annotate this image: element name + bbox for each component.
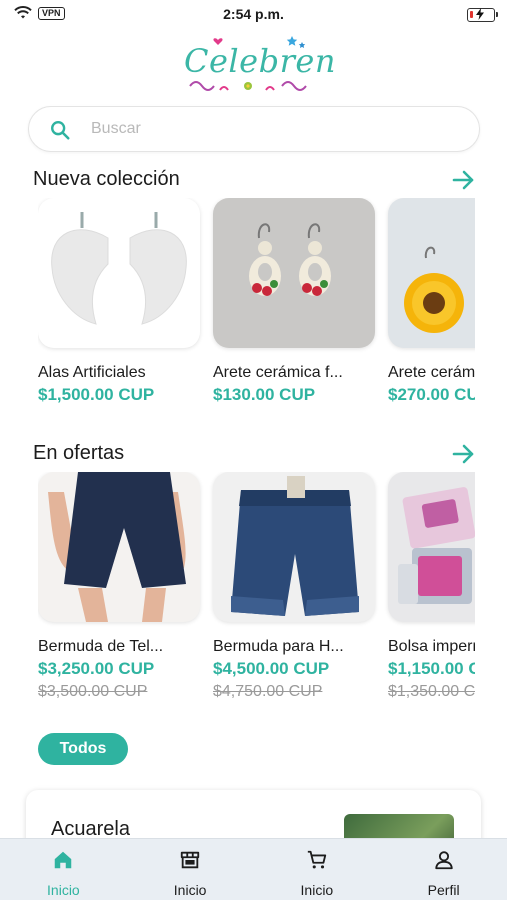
product-card[interactable]: Alas Artificiales $1,500.00 CUP (38, 198, 200, 405)
product-image[interactable] (213, 472, 375, 622)
product-name: Bermuda de Tel... (38, 638, 164, 655)
nav-item-store[interactable]: Inicio (127, 839, 254, 900)
product-old-price: $1,350.00 CUP (388, 683, 475, 700)
offers-carousel[interactable]: Bermuda de Tel... $3,250.00 CUP $3,500.0… (38, 472, 475, 712)
product-price: $4,500.00 CUP (213, 659, 330, 678)
nav-label: Inicio (173, 882, 207, 898)
nav-label: Perfil (427, 882, 460, 898)
product-card[interactable]: Bermuda de Tel... $3,250.00 CUP $3,500.0… (38, 472, 200, 701)
battery-icon (467, 8, 498, 22)
arrow-right-icon[interactable] (452, 442, 476, 466)
app-logo: Celebren (184, 32, 336, 100)
status-bar: VPN 2:54 p.m. (0, 0, 507, 30)
user-icon[interactable] (433, 849, 455, 871)
product-card[interactable]: Arete cerámica $270.00 CUP (388, 198, 475, 405)
search-input[interactable] (91, 117, 451, 141)
todos-button[interactable]: Todos (38, 733, 128, 765)
product-card[interactable]: Bermuda para H... $4,500.00 CUP $4,750.0… (213, 472, 375, 701)
product-name: Bolsa impermeable (388, 638, 475, 655)
product-name: Bermuda para H... (213, 638, 344, 655)
nav-item-home[interactable]: Inicio (0, 839, 127, 900)
product-name: Arete cerámica (388, 364, 475, 381)
section-title-new-collection: Nueva colección (33, 168, 180, 190)
product-name: Arete cerámica f... (213, 364, 343, 381)
product-image[interactable] (38, 198, 200, 348)
product-old-price: $3,500.00 CUP (38, 683, 148, 700)
cart-icon[interactable] (306, 849, 328, 871)
product-price: $130.00 CUP (213, 385, 316, 404)
product-price: $270.00 CUP (388, 385, 475, 404)
product-old-price: $4,750.00 CUP (213, 683, 323, 700)
nav-label: Inicio (47, 882, 80, 898)
section-title-offers: En ofertas (33, 442, 125, 464)
product-name: Alas Artificiales (38, 364, 146, 381)
product-image[interactable] (38, 472, 200, 622)
status-time: 2:54 p.m. (223, 6, 284, 22)
product-card[interactable]: Arete cerámica f... $130.00 CUP (213, 198, 375, 405)
store-icon[interactable] (179, 849, 201, 871)
home-icon[interactable] (52, 849, 74, 871)
arrow-right-icon[interactable] (452, 168, 476, 192)
product-price: $3,250.00 CUP (38, 659, 155, 678)
bottom-nav: Inicio Inicio Inicio Perfil (0, 838, 507, 900)
product-price: $1,150.00 CUP (388, 659, 475, 678)
product-image[interactable] (213, 198, 375, 348)
new-collection-carousel[interactable]: Alas Artificiales $1,500.00 CUP Arete ce… (38, 198, 475, 408)
logo-text: Celebren (184, 42, 336, 80)
search-bar[interactable] (28, 106, 480, 152)
product-card[interactable]: Bolsa impermeable $1,150.00 CUP $1,350.0… (388, 472, 475, 701)
nav-item-cart[interactable]: Inicio (254, 839, 381, 900)
product-image[interactable] (388, 198, 475, 348)
product-price: $1,500.00 CUP (38, 385, 155, 404)
nav-item-profile[interactable]: Perfil (380, 839, 507, 900)
nav-label: Inicio (300, 882, 334, 898)
search-icon[interactable] (49, 119, 71, 141)
product-image[interactable] (388, 472, 475, 622)
